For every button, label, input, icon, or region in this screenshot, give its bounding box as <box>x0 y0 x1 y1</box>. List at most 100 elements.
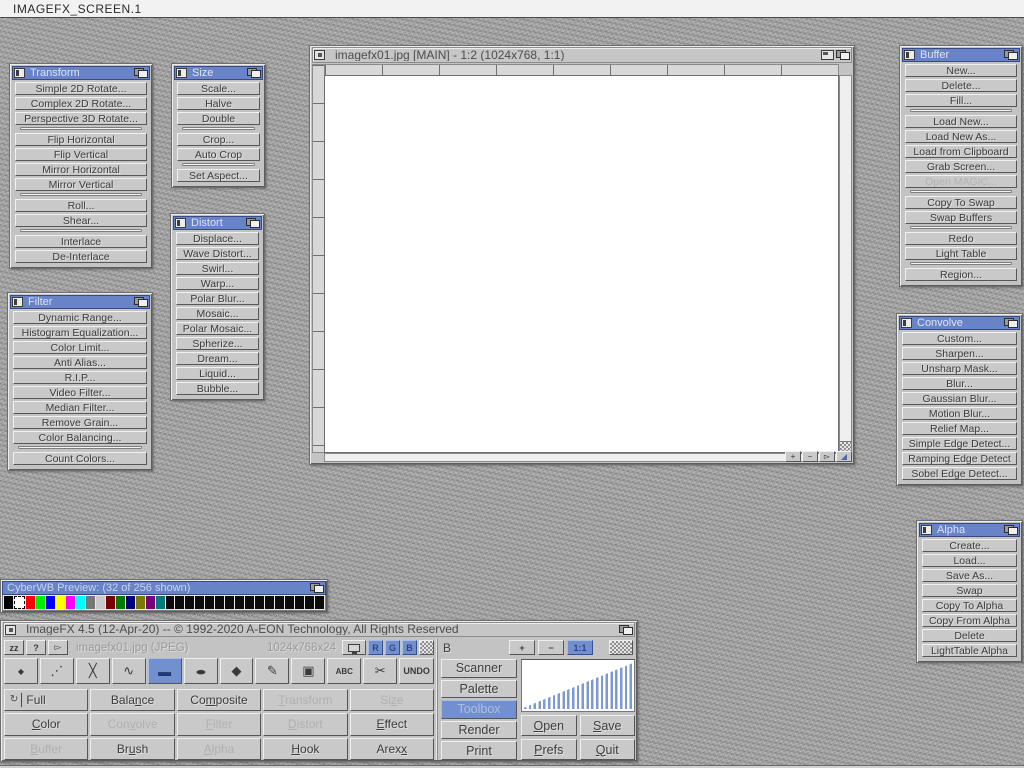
button-load-new[interactable]: Load New... <box>905 115 1017 128</box>
color-swatch[interactable] <box>295 596 304 609</box>
button-polar-mosaic[interactable]: Polar Mosaic... <box>176 322 259 335</box>
button-swirl[interactable]: Swirl... <box>176 262 259 275</box>
button-simple-2d-rotate[interactable]: Simple 2D Rotate... <box>15 82 147 95</box>
depth-gadget-icon[interactable] <box>134 68 148 78</box>
window-titlebar[interactable]: Filter <box>10 295 150 309</box>
button-wave-distort[interactable]: Wave Distort... <box>176 247 259 260</box>
button-region[interactable]: Region... <box>905 268 1017 281</box>
depth-gadget-icon[interactable] <box>1004 318 1018 328</box>
close-gadget-icon[interactable] <box>314 50 325 60</box>
color-swatch[interactable] <box>56 596 65 609</box>
color-swatch[interactable] <box>235 596 244 609</box>
button-scanner[interactable]: Scanner <box>441 659 517 678</box>
color-swatch[interactable] <box>66 596 75 609</box>
close-gadget-icon[interactable] <box>176 68 187 78</box>
depth-gadget-icon[interactable] <box>1004 525 1018 535</box>
color-swatch[interactable] <box>305 596 314 609</box>
close-gadget-icon[interactable] <box>12 297 23 307</box>
button-blur[interactable]: Blur... <box>902 377 1017 390</box>
button-prefs[interactable]: Prefs <box>521 739 577 760</box>
button-load[interactable]: Load... <box>922 554 1017 567</box>
undo-button[interactable]: UNDO <box>399 658 434 684</box>
button-crop[interactable]: Crop... <box>177 133 260 146</box>
button-video-filter[interactable]: Video Filter... <box>13 386 147 399</box>
dither-preview-icon[interactable] <box>609 640 633 655</box>
button-flip-horizontal[interactable]: Flip Horizontal <box>15 133 147 146</box>
button-brush[interactable]: Brush <box>90 738 174 760</box>
button-displace[interactable]: Displace... <box>176 232 259 245</box>
button-ramping-edge-detect[interactable]: Ramping Edge Detect <box>902 452 1017 465</box>
button-auto-crop[interactable]: Auto Crop <box>177 148 260 161</box>
button-dream[interactable]: Dream... <box>176 352 259 365</box>
button-save-as[interactable]: Save As... <box>922 569 1017 582</box>
toolbar-titlebar[interactable]: ImageFX 4.5 (12-Apr-20) -- © 1992-2020 A… <box>3 622 635 637</box>
button-delete[interactable]: Delete <box>922 629 1017 642</box>
button-double[interactable]: Double <box>177 112 260 125</box>
button-color[interactable]: Color <box>4 713 88 735</box>
zoom-in-button[interactable]: + <box>785 451 801 462</box>
scissors-tool[interactable]: ✂ <box>363 658 397 684</box>
zoom-gadget-icon[interactable] <box>821 50 834 60</box>
button-grab-screen[interactable]: Grab Screen... <box>905 160 1017 173</box>
help-button[interactable]: ? <box>26 640 46 655</box>
color-swatch[interactable] <box>285 596 294 609</box>
color-swatch[interactable] <box>215 596 224 609</box>
red-channel-button[interactable]: R <box>368 640 383 655</box>
color-swatch[interactable] <box>146 596 155 609</box>
color-swatch[interactable] <box>185 596 194 609</box>
button-histogram-equalization[interactable]: Histogram Equalization... <box>13 326 147 339</box>
button-median-filter[interactable]: Median Filter... <box>13 401 147 414</box>
airbrush-tool[interactable]: ⋰ <box>40 658 74 684</box>
green-channel-button[interactable]: G <box>385 640 400 655</box>
color-swatch[interactable] <box>36 596 45 609</box>
button-roll[interactable]: Roll... <box>15 199 147 212</box>
color-swatch[interactable] <box>255 596 264 609</box>
dither-icon[interactable] <box>419 640 434 655</box>
depth-gadget-icon[interactable] <box>310 583 324 593</box>
button-interlace[interactable]: Interlace <box>15 235 147 248</box>
iconify-button[interactable]: ▻ <box>48 640 68 655</box>
button-gaussian-blur[interactable]: Gaussian Blur... <box>902 392 1017 405</box>
depth-gadget-icon[interactable] <box>246 218 260 228</box>
button-polar-blur[interactable]: Polar Blur... <box>176 292 259 305</box>
color-swatch[interactable] <box>14 596 25 609</box>
button-print[interactable]: Print <box>441 741 517 760</box>
close-gadget-icon[interactable] <box>904 50 915 60</box>
color-swatch[interactable] <box>265 596 274 609</box>
button-sharpen[interactable]: Sharpen... <box>902 347 1017 360</box>
button-open[interactable]: Open <box>521 715 577 736</box>
button-spherize[interactable]: Spherize... <box>176 337 259 350</box>
button-bubble[interactable]: Bubble... <box>176 382 259 395</box>
button-lighttable-alpha[interactable]: LightTable Alpha <box>922 644 1017 657</box>
button-motion-blur[interactable]: Motion Blur... <box>902 407 1017 420</box>
button-de-interlace[interactable]: De-Interlace <box>15 250 147 263</box>
vertical-scrollbar[interactable] <box>839 75 852 453</box>
color-swatch[interactable] <box>166 596 175 609</box>
text-tool[interactable]: ABC <box>327 658 361 684</box>
clipboard-tool[interactable]: ▣ <box>291 658 325 684</box>
button-toolbox[interactable]: Toolbox <box>441 700 517 719</box>
button-copy-from-alpha[interactable]: Copy From Alpha <box>922 614 1017 627</box>
color-swatch[interactable] <box>225 596 234 609</box>
button-color-limit[interactable]: Color Limit... <box>13 341 147 354</box>
palette-preview-titlebar[interactable]: CyberWB Preview: (32 of 256 shown) <box>2 581 326 595</box>
button-relief-map[interactable]: Relief Map... <box>902 422 1017 435</box>
button-light-table[interactable]: Light Table <box>905 247 1017 260</box>
close-gadget-icon[interactable] <box>175 218 186 228</box>
button-create[interactable]: Create... <box>922 539 1017 552</box>
button-sobel-edge-detect[interactable]: Sobel Edge Detect... <box>902 467 1017 480</box>
color-swatch[interactable] <box>126 596 135 609</box>
window-titlebar[interactable]: Convolve <box>899 316 1020 330</box>
button-load-from-clipboard[interactable]: Load from Clipboard <box>905 145 1017 158</box>
line-tool[interactable]: ╳ <box>76 658 110 684</box>
blue-channel-button[interactable]: B <box>402 640 417 655</box>
pan-button[interactable]: ▻ <box>819 451 835 462</box>
depth-gadget-icon[interactable] <box>836 50 850 60</box>
button-hook[interactable]: Hook <box>263 738 347 760</box>
button-dynamic-range[interactable]: Dynamic Range... <box>13 311 147 324</box>
color-swatch[interactable] <box>275 596 284 609</box>
button-fill[interactable]: Fill... <box>905 94 1017 107</box>
zoom-1to1-button[interactable]: 1:1 <box>567 640 593 655</box>
color-swatch[interactable] <box>4 596 13 609</box>
color-swatch[interactable] <box>106 596 115 609</box>
